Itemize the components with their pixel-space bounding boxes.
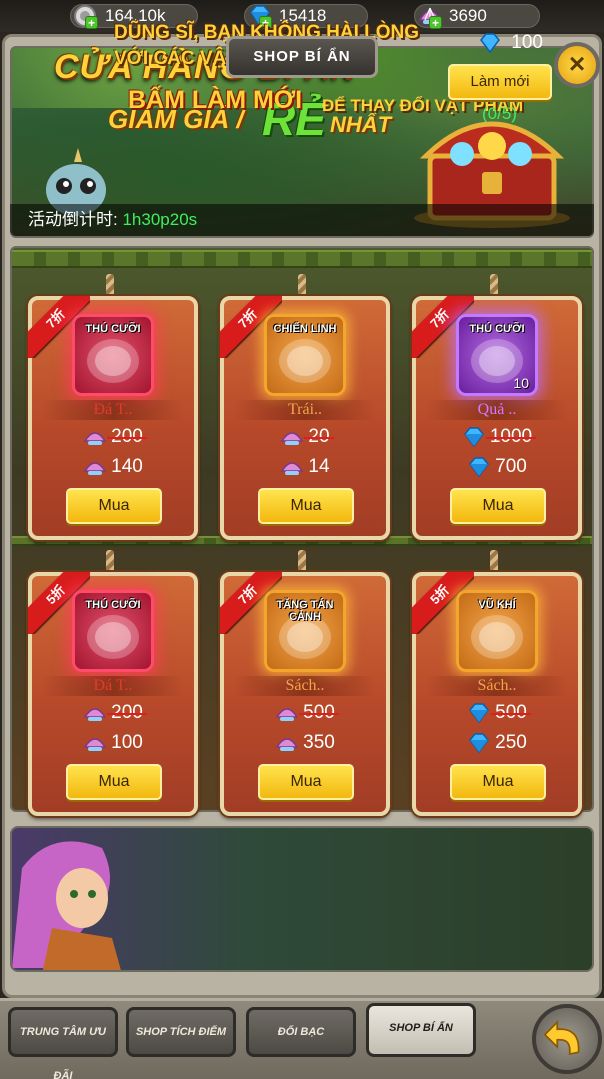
original-price-amount: 200: [107, 424, 147, 450]
sale-price: 250: [416, 730, 578, 756]
item-icon[interactable]: THÚ CƯỠI: [72, 314, 154, 396]
refresh-count: (0/5): [482, 104, 517, 123]
add-silver-icon[interactable]: +: [85, 16, 98, 29]
buy-button[interactable]: Mua: [258, 488, 354, 524]
close-button[interactable]: ×: [554, 42, 600, 88]
sale-price: 14: [224, 454, 386, 480]
item-name: Sách..: [426, 676, 568, 696]
item-icon[interactable]: THÚ CƯỠI: [72, 590, 154, 672]
buy-button[interactable]: Mua: [450, 764, 546, 800]
buy-button[interactable]: Mua: [450, 488, 546, 524]
shell-gem-icon: [281, 462, 304, 475]
back-button[interactable]: [532, 1004, 602, 1074]
refresh-panel: [10, 826, 594, 972]
original-price-amount: 20: [304, 424, 334, 450]
shell-gem-icon: [281, 432, 304, 445]
item-category-tag: VŨ KHÍ: [478, 599, 516, 611]
item-icon[interactable]: TĂNG TÁN CẢNH: [264, 590, 346, 672]
tab-shop-tich-diem[interactable]: SHOP TÍCH ĐIỂM: [126, 1007, 236, 1057]
item-category-tag: THÚ CƯỠI: [85, 323, 141, 335]
sale-price-amount: 100: [111, 732, 143, 753]
shop-item-card[interactable]: 7折 THÚ CƯỠI Đá T.. 200 140 Mua: [28, 296, 198, 540]
refresh-cost-amount: 100: [511, 32, 543, 53]
sale-price-amount: 700: [495, 456, 527, 477]
original-price: 200: [32, 424, 194, 450]
item-quantity: 10: [513, 375, 529, 391]
shop-item-card[interactable]: 5折 THÚ CƯỠI Đá T.. 200 100 Mua: [28, 572, 198, 816]
countdown-time: 1h30p20s: [122, 210, 198, 229]
shell-currency[interactable]: + 3690: [414, 4, 540, 29]
sale-price-amount: 140: [111, 456, 143, 477]
shell-amount: 3690: [449, 6, 487, 25]
refresh-button[interactable]: Làm mới: [448, 64, 552, 100]
shell-gem-icon: [83, 462, 107, 475]
blue-diamond-icon: [463, 427, 484, 447]
item-category-tag: THÚ CƯỠI: [469, 323, 525, 335]
event-countdown: 活动倒计时: 1h30p20s: [10, 204, 594, 236]
original-price: 500: [416, 700, 578, 726]
shell-gem-icon: [83, 738, 107, 751]
shell-gem-icon: [275, 738, 299, 751]
shelf-vine-top: [12, 250, 592, 268]
bottom-tab-bar: TRUNG TÂM ƯU ĐÃI SHOP TÍCH ĐIỂM ĐỔI BẠC …: [0, 998, 604, 1079]
sale-price-amount: 250: [495, 732, 527, 753]
item-category-tag: THÚ CƯỠI: [85, 599, 141, 611]
sale-price: 700: [416, 454, 578, 480]
item-name: Đá T..: [42, 676, 184, 696]
tab-doi-bac[interactable]: ĐỔI BẠC: [246, 1007, 356, 1057]
item-icon[interactable]: CHIẾN LINH: [264, 314, 346, 396]
original-price-amount: 500: [491, 700, 531, 726]
original-price: 500: [224, 700, 386, 726]
sale-price: 350: [224, 730, 386, 756]
shop-item-card[interactable]: 7折 CHIẾN LINH Trái.. 20 14 Mua: [220, 296, 390, 540]
item-icon[interactable]: THÚ CƯỠI 10: [456, 314, 538, 396]
item-name: Quả ..: [426, 400, 568, 420]
shell-gem-icon: [275, 708, 299, 721]
back-arrow-icon: [543, 1020, 580, 1056]
shop-item-card[interactable]: 7折 THÚ CƯỠI 10 Quả .. 1000 700 Mua: [412, 296, 582, 540]
blue-diamond-icon: [469, 457, 490, 477]
original-price: 1000: [416, 424, 578, 450]
add-shell-icon[interactable]: +: [429, 16, 442, 29]
sale-price: 100: [32, 730, 194, 756]
item-icon[interactable]: VŨ KHÍ: [456, 590, 538, 672]
shell-gem-icon: [83, 432, 107, 445]
refresh-cost: 100: [478, 30, 543, 56]
item-name: Đá T..: [42, 400, 184, 420]
original-price: 20: [224, 424, 386, 450]
blue-diamond-icon: [469, 703, 490, 723]
hero-portrait-icon: [12, 841, 121, 970]
refresh-cta-text: BẤM LÀM MỚI: [128, 86, 303, 114]
buy-button[interactable]: Mua: [66, 488, 162, 524]
shop-item-card[interactable]: 7折 TĂNG TÁN CẢNH Sách.. 500 350 Mua: [220, 572, 390, 816]
buy-button[interactable]: Mua: [66, 764, 162, 800]
item-name: Sách..: [234, 676, 376, 696]
buy-button[interactable]: Mua: [258, 764, 354, 800]
blue-diamond-icon: [469, 733, 490, 753]
sale-price-amount: 350: [303, 732, 335, 753]
blue-diamond-icon: [480, 33, 500, 53]
shell-gem-icon: [83, 708, 107, 721]
tab-shop-bi-an[interactable]: SHOP BÍ ẨN: [366, 1003, 476, 1057]
tab-trung-tam-uu-dai[interactable]: TRUNG TÂM ƯU ĐÃI: [8, 1007, 118, 1079]
shop-item-card[interactable]: 5折 VŨ KHÍ Sách.. 500 250 Mua: [412, 572, 582, 816]
countdown-label: 活动倒计时:: [28, 210, 118, 229]
sale-price: 140: [32, 454, 194, 480]
original-price-amount: 500: [299, 700, 339, 726]
item-name: Trái..: [234, 400, 376, 420]
original-price-amount: 1000: [485, 424, 537, 450]
original-price-amount: 200: [107, 700, 147, 726]
page-title: SHOP BÍ ẨN: [226, 36, 378, 78]
close-icon: ×: [568, 48, 586, 79]
sale-price-amount: 14: [308, 456, 330, 477]
item-category-tag: TĂNG TÁN CẢNH: [276, 599, 334, 623]
original-price: 200: [32, 700, 194, 726]
item-category-tag: CHIẾN LINH: [273, 323, 337, 335]
